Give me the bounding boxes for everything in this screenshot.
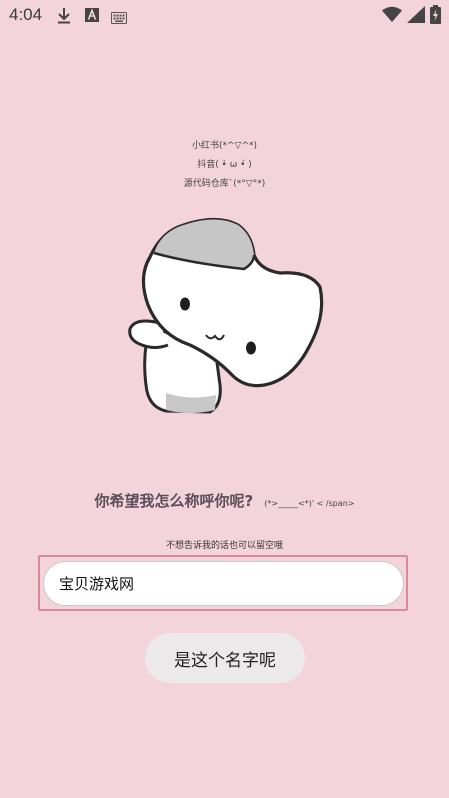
hint-text: 不想告诉我的话也可以留空哦 — [165, 541, 283, 551]
name-question: 你希望我怎么称呼你呢? (*>_____<*)' < /span> — [0, 490, 449, 511]
status-time: 4:04 — [9, 5, 43, 24]
question-title: 你希望我怎么称呼你呢? — [94, 492, 254, 510]
name-input[interactable] — [43, 561, 404, 606]
source-repo-link[interactable]: 源代码仓库`(*°▽°*) — [0, 175, 449, 194]
name-input-frame — [38, 555, 408, 611]
signal-icon — [407, 6, 425, 27]
status-bar: 4:04 — [0, 0, 449, 30]
question-emoticon: (*>_____<*)' < /span> — [264, 499, 355, 508]
a-icon — [85, 7, 99, 27]
wifi-icon — [382, 6, 402, 26]
mascot-image — [128, 217, 324, 414]
xiaohongshu-link[interactable]: 小红书(*^▽^*) — [0, 137, 449, 156]
confirm-name-button[interactable]: 是这个名字呢 — [145, 633, 305, 683]
battery-icon — [430, 5, 441, 28]
douyin-link[interactable]: 抖音( •̀ ω •́ ) — [0, 156, 449, 175]
download-icon — [57, 7, 71, 29]
social-links: 小红书(*^▽^*) 抖音( •̀ ω •́ ) 源代码仓库`(*°▽°*) — [0, 137, 449, 194]
keyboard-icon — [111, 9, 127, 28]
